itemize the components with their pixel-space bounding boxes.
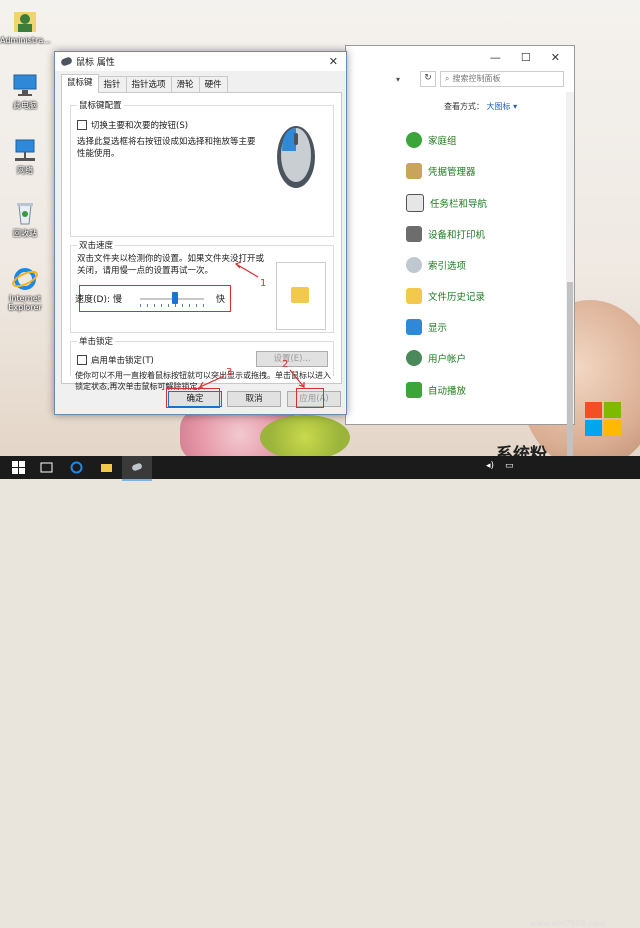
windows-logo-watermark-icon [585,402,621,436]
network-tray-icon[interactable]: ▭ [505,461,514,471]
taskbar: ◂) ▭ www.win7999.com [0,456,640,928]
taskbar-mouse-properties[interactable] [122,456,152,481]
tab-buttons[interactable]: 鼠标键 [61,74,99,93]
windows-start-icon[interactable] [12,461,25,474]
annotation-2: 2 [282,359,289,370]
ie-taskbar-icon[interactable] [70,461,83,474]
annotation-3: 3 [226,367,233,378]
speaker-icon[interactable]: ◂) [486,461,494,471]
watermark-url: www.win7999.com [530,919,606,928]
file-explorer-icon[interactable] [100,461,113,474]
task-view-icon[interactable] [40,461,53,474]
annotation-1: 1 [260,278,267,289]
mouse-icon [131,462,143,472]
annotation-arrows [199,261,305,390]
